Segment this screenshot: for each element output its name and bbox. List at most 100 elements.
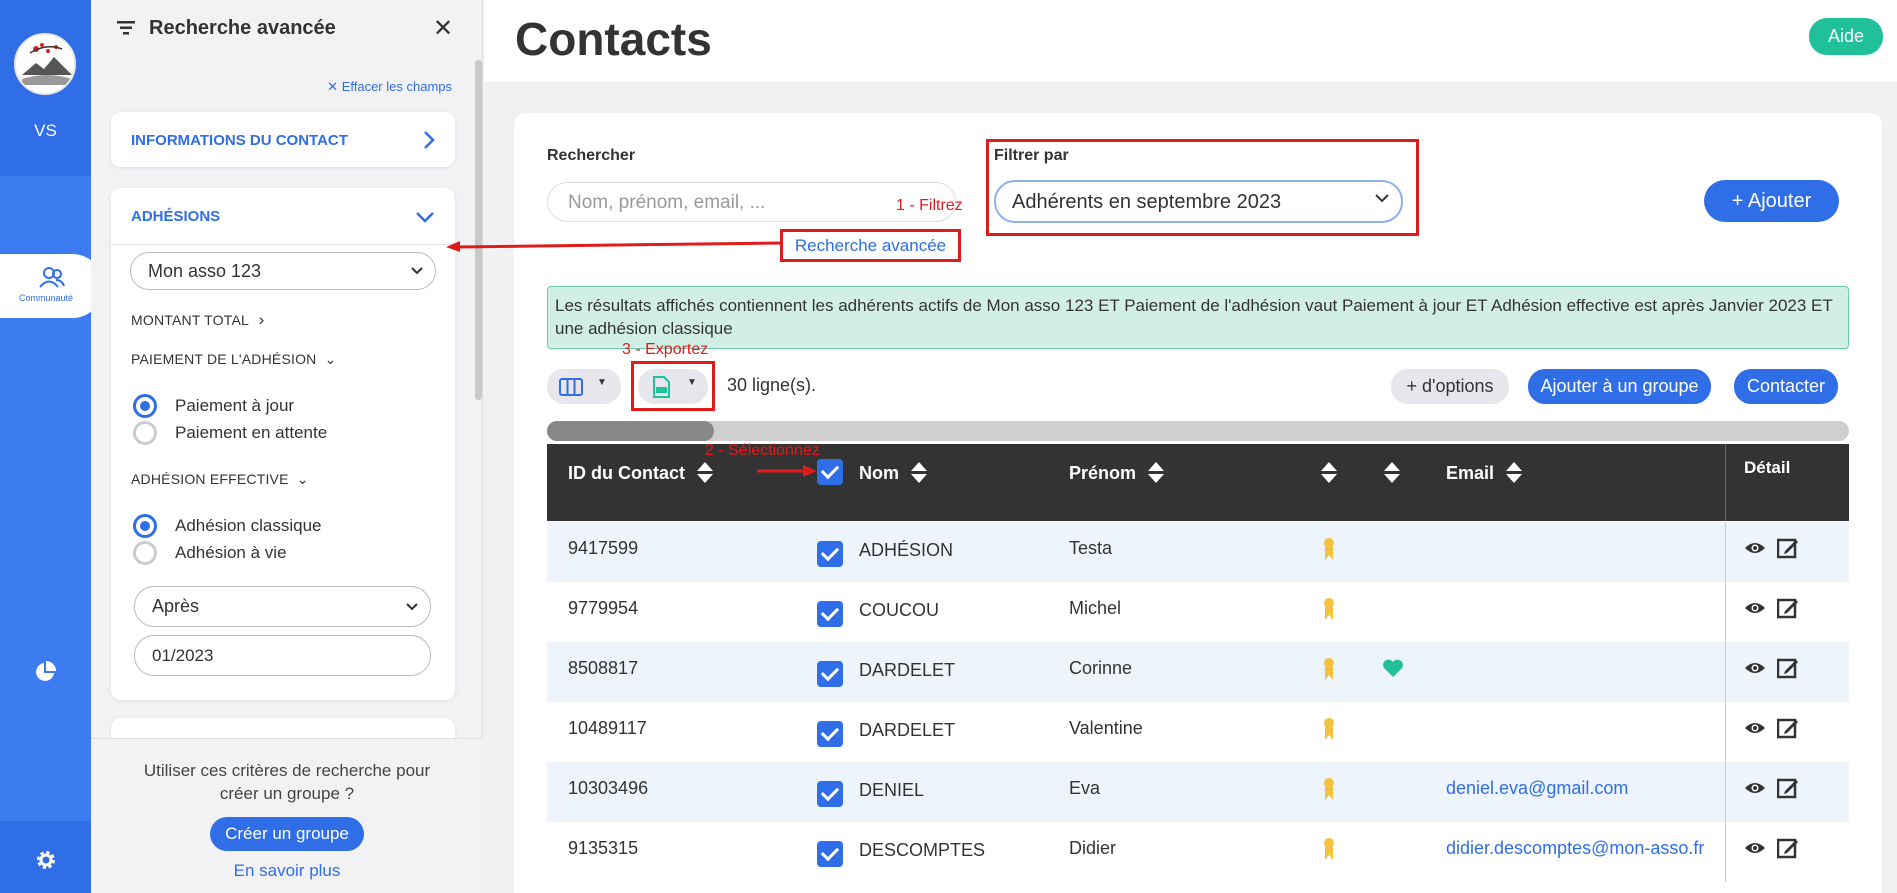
panel-title: Recherche avancée	[149, 16, 336, 39]
select-all-checkbox[interactable]	[817, 459, 843, 485]
radio-adhesion-classique[interactable]: Adhésion classique	[133, 514, 321, 538]
chevron-down-icon: ⌄	[296, 471, 309, 487]
clear-x-icon: ✕	[327, 79, 342, 94]
adhesions-section: ADHÉSIONS Mon asso 123 MONTANT TOTAL › P…	[111, 188, 455, 700]
adhesions-title[interactable]: ADHÉSIONS	[131, 208, 220, 225]
horizontal-scrollbar[interactable]	[547, 421, 1849, 441]
pie-chart-icon[interactable]	[33, 660, 57, 684]
eye-icon[interactable]	[1744, 540, 1766, 556]
annotation-step3: 3 - Exportez	[622, 341, 709, 358]
edit-icon[interactable]	[1777, 537, 1799, 559]
eye-icon[interactable]	[1744, 600, 1766, 616]
annotation-arrow-left	[446, 241, 782, 252]
sort-icon[interactable]	[697, 462, 713, 484]
table-row[interactable]: 9417599 ADHÉSION Testa	[547, 522, 1849, 582]
row-checkbox[interactable]	[817, 661, 843, 687]
eye-icon[interactable]	[1744, 720, 1766, 736]
add-contact-button[interactable]: + Ajouter	[1704, 180, 1839, 222]
organization-logo[interactable]	[14, 33, 76, 95]
scrollbar-thumb[interactable]	[547, 421, 714, 441]
sort-icon[interactable]	[1384, 462, 1400, 484]
radio-button[interactable]	[133, 421, 157, 445]
cell-id: 9779954	[568, 598, 639, 618]
annotation-arrow-right	[757, 465, 817, 477]
medal-icon	[1323, 778, 1335, 800]
panel-scrollbar[interactable]	[475, 60, 482, 400]
association-select[interactable]: Mon asso 123	[130, 252, 436, 290]
search-input[interactable]: Nom, prénom, email, ...	[547, 182, 956, 222]
columns-menu-button[interactable]: ▼	[547, 369, 621, 404]
sort-icon[interactable]	[911, 462, 927, 484]
add-to-group-button[interactable]: Ajouter à un groupe	[1528, 369, 1711, 404]
gear-icon[interactable]	[34, 848, 58, 872]
page-title: Contacts	[515, 13, 712, 65]
edit-icon[interactable]	[1777, 777, 1799, 799]
annotation-step1: 1 - Filtrez	[896, 197, 963, 214]
paiement-toggle[interactable]: PAIEMENT DE L'ADHÉSION ⌄	[131, 351, 337, 368]
chevron-down-icon	[411, 267, 423, 275]
date-input[interactable]: 01/2023	[134, 635, 431, 676]
radio-adhesion-a-vie[interactable]: Adhésion à vie	[133, 541, 287, 565]
col-email[interactable]: Email	[1446, 462, 1523, 484]
sort-icon[interactable]	[1506, 462, 1523, 484]
more-options-button[interactable]: + d'options	[1391, 369, 1509, 404]
row-checkbox[interactable]	[817, 841, 843, 867]
eye-icon[interactable]	[1744, 660, 1766, 676]
contact-info-section[interactable]: INFORMATIONS DU CONTACT	[111, 112, 455, 167]
heart-icon	[1383, 659, 1403, 677]
edit-icon[interactable]	[1777, 597, 1799, 619]
cell-nom: ADHÉSION	[859, 540, 954, 560]
radio-button[interactable]	[133, 394, 157, 418]
cell-nom: DENIEL	[859, 780, 925, 800]
table-row[interactable]: 10303496 DENIEL Eva deniel.eva@gmail.com	[547, 762, 1849, 822]
sort-icon[interactable]	[1148, 462, 1165, 484]
cell-id: 9135315	[568, 838, 639, 858]
eye-icon[interactable]	[1744, 780, 1766, 796]
col-nom[interactable]: Nom	[859, 462, 927, 484]
org-initials: VS	[34, 121, 57, 140]
icon-rail: VS Communauté	[0, 0, 104, 893]
col-id[interactable]: ID du Contact	[568, 462, 713, 484]
cell-nom: COUCOU	[859, 600, 939, 620]
montant-total-toggle[interactable]: MONTANT TOTAL ›	[131, 310, 264, 330]
medal-icon	[1323, 838, 1335, 860]
table-row[interactable]: 9135315 DESCOMPTES Didier didier.descomptes…	[547, 822, 1849, 882]
edit-icon[interactable]	[1777, 717, 1799, 739]
cell-email[interactable]: deniel.eva@gmail.com	[1446, 778, 1628, 799]
radio-paiement-en-attente[interactable]: Paiement en attente	[133, 421, 327, 445]
contact-info-title: INFORMATIONS DU CONTACT	[131, 132, 348, 149]
learn-more-link[interactable]: En savoir plus	[91, 861, 483, 881]
edit-icon[interactable]	[1777, 837, 1799, 859]
chevron-down-icon[interactable]	[415, 211, 435, 223]
table-row[interactable]: 9779954 COUCOU Michel	[547, 582, 1849, 642]
table-row[interactable]: 8508817 DARDELET Corinne	[547, 642, 1849, 702]
row-checkbox[interactable]	[817, 781, 843, 807]
eye-icon[interactable]	[1744, 840, 1766, 856]
results-info-box: Les résultats affichés contiennent les a…	[547, 286, 1849, 349]
row-checkbox[interactable]	[817, 721, 843, 747]
row-checkbox[interactable]	[817, 601, 843, 627]
cell-id: 9417599	[568, 538, 639, 558]
create-group-button[interactable]: Créer un groupe	[210, 817, 364, 851]
table-row[interactable]: 10489117 DARDELET Valentine	[547, 702, 1849, 762]
advanced-search-link[interactable]: Recherche avancée	[780, 229, 961, 262]
col-prenom[interactable]: Prénom	[1069, 462, 1165, 484]
contact-button[interactable]: Contacter	[1734, 369, 1838, 404]
radio-button[interactable]	[133, 541, 157, 565]
cell-email[interactable]: didier.descomptes@mon-asso.fr	[1446, 838, 1704, 859]
help-button[interactable]: Aide	[1809, 18, 1884, 55]
adhesion-effective-toggle[interactable]: ADHÉSION EFFECTIVE ⌄	[131, 471, 309, 488]
medal-icon	[1323, 718, 1335, 740]
date-operator-select[interactable]: Après	[134, 586, 431, 627]
radio-button[interactable]	[133, 514, 157, 538]
close-icon[interactable]: ✕	[433, 14, 453, 43]
chevron-right-icon: ›	[258, 310, 265, 329]
row-checkbox[interactable]	[817, 541, 843, 567]
radio-paiement-a-jour[interactable]: Paiement à jour	[133, 394, 294, 418]
nav-community[interactable]: Communauté	[0, 254, 104, 318]
col-favorite[interactable]	[1384, 462, 1400, 484]
clear-fields-link[interactable]: ✕ Effacer les champs	[327, 79, 452, 95]
sort-icon[interactable]	[1321, 462, 1337, 484]
edit-icon[interactable]	[1777, 657, 1799, 679]
col-membership[interactable]	[1321, 462, 1337, 484]
